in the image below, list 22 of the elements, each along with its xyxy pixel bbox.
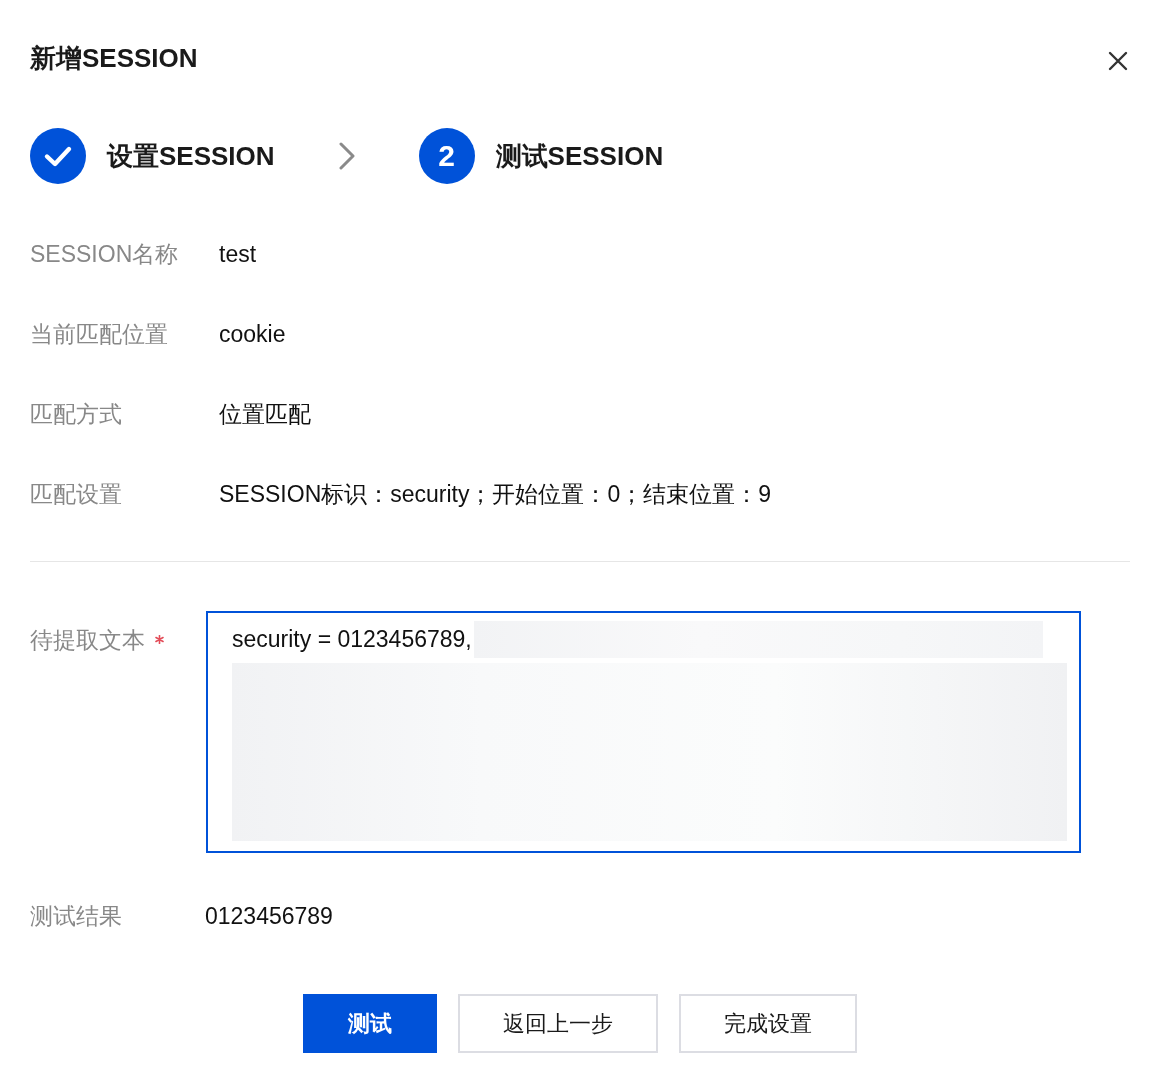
- step-number: 2: [418, 128, 475, 184]
- field-label: 测试结果: [30, 902, 122, 931]
- result-value: 0123456789: [205, 902, 333, 931]
- primary-button[interactable]: 测试: [303, 994, 437, 1053]
- field-value: test: [219, 240, 257, 269]
- field-label: 匹配设置: [30, 480, 122, 509]
- field-label: SESSION名称: [30, 240, 179, 269]
- text-area-field[interactable]: security = 0123456789,: [206, 611, 1081, 853]
- close-button[interactable]: [1108, 51, 1128, 71]
- field-label: 匹配方式: [30, 400, 122, 429]
- step-label: 测试SESSION: [495, 140, 664, 173]
- field-label: 待提取文本: [30, 625, 145, 655]
- field-value: 位置匹配: [219, 400, 311, 429]
- field-value: SESSION标识：security；开始位置：0；结束位置：9: [219, 480, 772, 509]
- dialog-title: 新增SESSION: [30, 42, 198, 75]
- step-label: 设置SESSION: [107, 140, 275, 173]
- field-label: 当前匹配位置: [30, 320, 168, 349]
- secondary-button[interactable]: 完成设置: [679, 994, 857, 1053]
- field-value: cookie: [219, 320, 286, 349]
- secondary-button[interactable]: 返回上一步: [458, 994, 658, 1053]
- close-icon: [1108, 51, 1128, 71]
- chevron-right-icon: [338, 142, 355, 170]
